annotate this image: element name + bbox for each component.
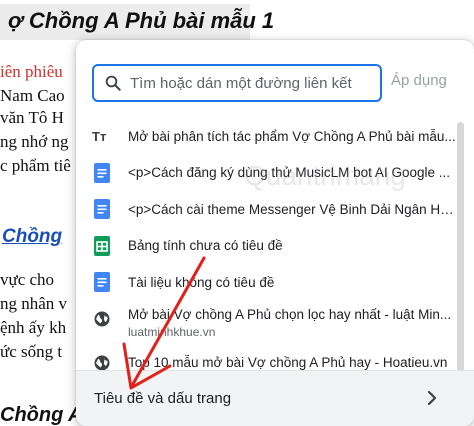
document-heading: ợ Chồng A Phủ bài mẫu 1: [0, 4, 274, 40]
list-item-label: Top 10 mẫu mở bài Vợ chồng A Phủ hay - H…: [128, 355, 448, 371]
document-line: ức sống t: [0, 342, 63, 361]
list-item[interactable]: <p>Cách cài theme Messenger Vệ Binh Dải …: [76, 191, 456, 228]
google-docs-icon: [92, 272, 112, 293]
list-item-label: Mở bài phân tích tác phẩm Vợ Chồng A Phủ…: [128, 128, 456, 144]
list-item-label: Mở bài Vợ chồng A Phủ chọn lọc hay nhất …: [128, 306, 452, 322]
link-search-input[interactable]: [130, 74, 370, 92]
apply-button[interactable]: Áp dụng: [391, 72, 447, 89]
watermark-text: Quantrimang: [244, 160, 406, 191]
list-item[interactable]: Bảng tính chưa có tiêu đề: [76, 228, 456, 265]
link-insert-popup: Áp dụng Tт Mở bài phân tích tác phẩm Vợ …: [76, 40, 474, 426]
document-line: Nam Cao: [0, 86, 65, 105]
document-line: iên phiêu: [0, 62, 63, 81]
text-format-icon: Tт: [92, 126, 112, 146]
scrollbar[interactable]: [457, 122, 464, 372]
search-icon: [105, 75, 121, 91]
document-line: vực cho: [0, 270, 55, 289]
list-item[interactable]: Tài liệu không có tiêu đề: [76, 264, 456, 301]
google-docs-icon: [92, 162, 112, 183]
list-item[interactable]: Tт Mở bài phân tích tác phẩm Vợ Chồng A …: [76, 118, 456, 155]
document-line: ệnh ấy kh: [0, 318, 67, 337]
headings-bookmarks-label: Tiêu đề và dấu trang: [94, 390, 232, 407]
document-line: ng nhân v: [0, 294, 68, 313]
headings-bookmarks-row[interactable]: Tiêu đề và dấu trang: [76, 370, 474, 426]
list-item[interactable]: Mở bài Vợ chồng A Phủ chọn lọc hay nhất …: [76, 301, 456, 345]
list-item-label: Tài liệu không có tiêu đề: [128, 274, 275, 290]
google-docs-icon: [92, 199, 112, 220]
document-line: c phẩm tiê: [0, 156, 71, 175]
globe-icon: [92, 309, 112, 329]
list-item-label: Bảng tính chưa có tiêu đề: [128, 238, 283, 254]
chevron-right-icon: [427, 390, 437, 406]
svg-text:Tт: Tт: [92, 129, 106, 144]
link-search-box[interactable]: [92, 64, 382, 102]
link-suggestion-list: Tт Mở bài phân tích tác phẩm Vợ Chồng A …: [76, 118, 456, 381]
list-item-url: luatminhkhue.vn: [128, 324, 216, 339]
google-sheets-icon: [92, 235, 112, 256]
document-line: ng nhớ ng: [0, 132, 69, 151]
document-subheading: Chồng: [2, 226, 63, 247]
document-line: văn Tô H: [0, 108, 64, 127]
list-item-label: <p>Cách cài theme Messenger Vệ Binh Dải …: [128, 201, 456, 217]
